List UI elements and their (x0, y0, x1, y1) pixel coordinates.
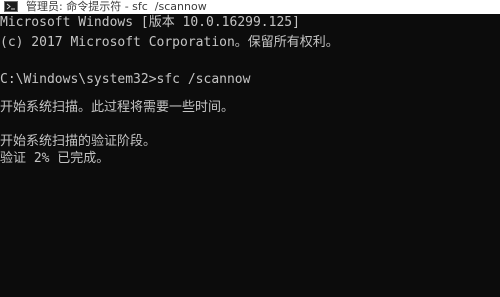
console-output[interactable]: Microsoft Windows [版本 10.0.16299.125] (c… (0, 0, 500, 297)
command-prompt-window: Microsoft Windows [版本 10.0.16299.125] (c… (0, 0, 500, 297)
title-bar[interactable]: 管理员: 命令提示符 - sfc /scannow (0, 0, 500, 14)
console-line-scan-start: 开始系统扫描。此过程将需要一些时间。 (0, 100, 235, 115)
console-line-progress: 验证 2% 已完成。 (0, 151, 110, 166)
window-title: 管理员: 命令提示符 - sfc /scannow (26, 0, 207, 13)
console-line-version: Microsoft Windows [版本 10.0.16299.125] (0, 15, 300, 30)
console-icon (4, 1, 18, 12)
console-line-copyright: (c) 2017 Microsoft Corporation。保留所有权利。 (0, 35, 339, 50)
console-line-command: C:\Windows\system32>sfc /scannow (0, 72, 251, 87)
console-line-verify-phase: 开始系统扫描的验证阶段。 (0, 134, 157, 149)
